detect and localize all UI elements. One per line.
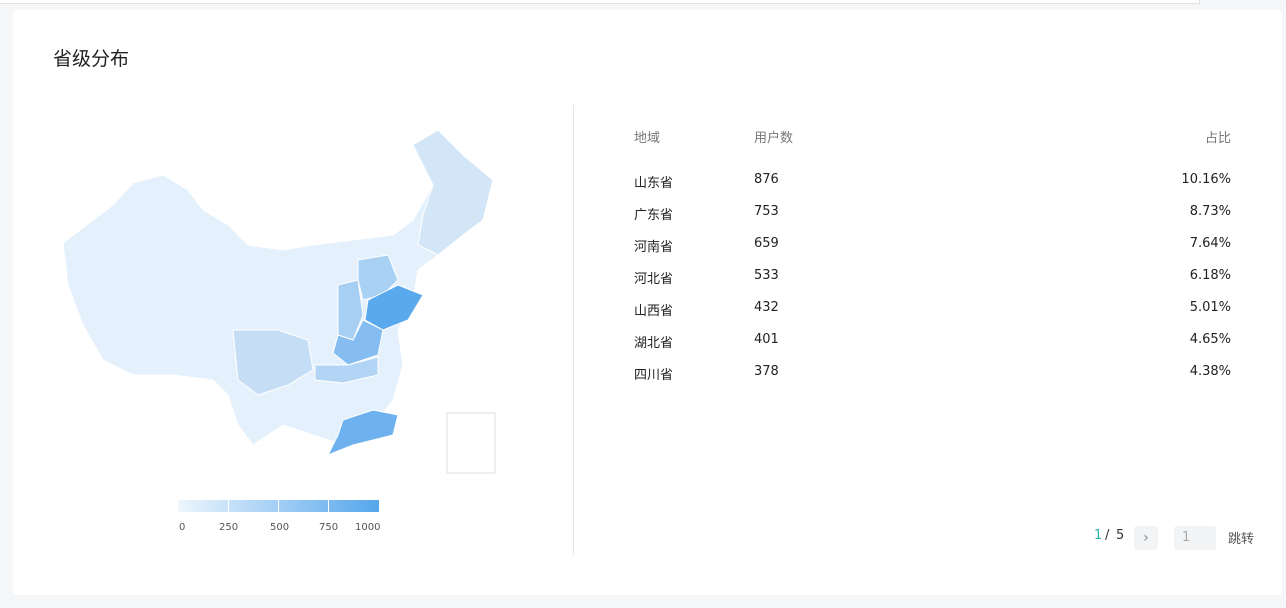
china-map[interactable] bbox=[53, 125, 503, 475]
legend-tick: 500 bbox=[270, 522, 290, 533]
users-cell: 533 bbox=[754, 268, 779, 283]
page-separator: / bbox=[1105, 528, 1110, 543]
percent-cell: 6.18% bbox=[1189, 268, 1231, 283]
current-page: 1 bbox=[1094, 528, 1103, 543]
region-cell: 四川省 bbox=[634, 368, 674, 383]
map-region-northeast bbox=[412, 129, 494, 256]
legend-tick: 0 bbox=[179, 522, 186, 533]
header-region: 地域 bbox=[634, 131, 661, 146]
region-cell: 山东省 bbox=[634, 176, 674, 191]
users-cell: 659 bbox=[754, 236, 779, 251]
header-users: 用户数 bbox=[754, 131, 794, 146]
percent-cell: 7.64% bbox=[1189, 236, 1231, 251]
percent-cell: 8.73% bbox=[1189, 204, 1231, 219]
header-percent: 占比 bbox=[1204, 131, 1231, 146]
percent-cell: 4.38% bbox=[1189, 364, 1231, 379]
region-cell: 广东省 bbox=[634, 208, 674, 223]
percent-cell: 10.16% bbox=[1181, 172, 1231, 187]
region-cell: 河南省 bbox=[634, 240, 674, 255]
south-china-sea-inset bbox=[446, 412, 496, 474]
legend-tick: 1000 bbox=[355, 522, 381, 533]
users-cell: 432 bbox=[754, 300, 779, 315]
next-page-button[interactable]: › bbox=[1134, 526, 1158, 550]
region-cell: 河北省 bbox=[634, 272, 674, 287]
jump-button[interactable]: 跳转 bbox=[1228, 528, 1254, 547]
top-bar bbox=[0, 0, 1200, 4]
chevron-right-icon: › bbox=[1143, 530, 1149, 546]
legend-tick: 250 bbox=[219, 522, 239, 533]
percent-cell: 5.01% bbox=[1189, 300, 1231, 315]
total-pages: 5 bbox=[1116, 528, 1125, 543]
region-cell: 湖北省 bbox=[634, 336, 674, 351]
legend-tick: 750 bbox=[319, 522, 339, 533]
percent-cell: 4.65% bbox=[1189, 332, 1231, 347]
province-distribution-card: 省级分布 0 250 500 750 1000 地域 用户数 占比 山东省 87… bbox=[13, 10, 1282, 595]
users-cell: 401 bbox=[754, 332, 779, 347]
map-region-west bbox=[62, 129, 494, 446]
users-cell: 753 bbox=[754, 204, 779, 219]
users-cell: 876 bbox=[754, 172, 779, 187]
users-cell: 378 bbox=[754, 364, 779, 379]
jump-page-input[interactable]: 1 bbox=[1174, 526, 1216, 550]
divider bbox=[573, 105, 574, 555]
region-cell: 山西省 bbox=[634, 304, 674, 319]
visual-map-legend[interactable] bbox=[178, 500, 379, 512]
card-title: 省级分布 bbox=[53, 48, 130, 70]
